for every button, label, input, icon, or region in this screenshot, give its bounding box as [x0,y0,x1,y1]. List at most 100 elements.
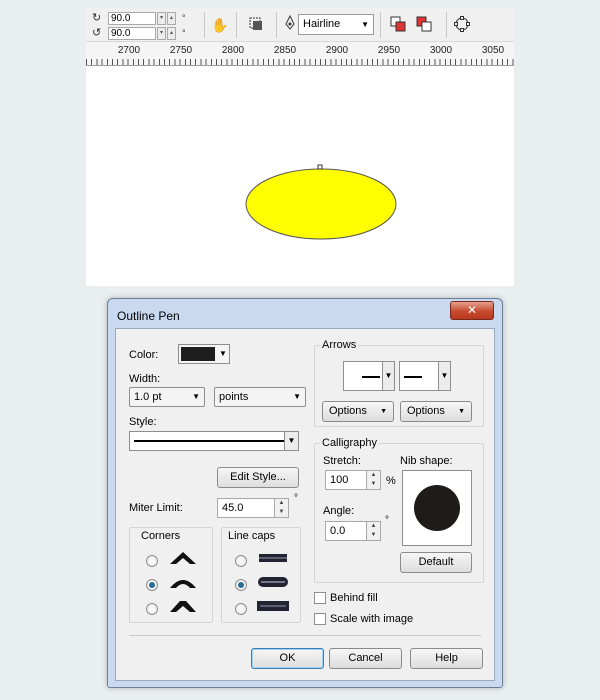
percent-label: % [386,475,396,487]
options-label: Options [407,405,445,417]
angle-input[interactable]: 0.0 [325,521,367,541]
nib-shape-preview[interactable] [402,470,472,546]
rotation-row-1: ↻ 90.0 ▾ ▴ ° [92,11,186,25]
round-nib-icon [414,485,460,531]
chevron-down-icon: ▼ [192,392,200,401]
line-style-select[interactable]: ▼ [129,431,299,451]
calligraphy-label: Calligraphy [320,437,380,449]
degree-label: ° [294,493,298,504]
chevron-down-icon: ▼ [380,408,387,415]
rotation-dropdown[interactable]: ▾ [157,11,166,25]
width-select[interactable]: 1.0 pt ▼ [129,387,205,407]
ruler-label: 2850 [273,45,297,56]
corners-label: Corners [139,530,183,542]
butt-cap-icon [259,554,287,562]
help-button[interactable]: Help [410,648,483,669]
dialog-title: Outline Pen [117,309,180,323]
ruler-label: 3000 [429,45,453,56]
dialog-separator [129,635,481,636]
rotate-icon: ↻ [92,12,102,24]
dialog-body: Color: ▼ Width: 1.0 pt ▼ points ▼ Style:… [115,328,495,681]
convert-to-curves-icon[interactable] [452,15,472,35]
degree-label: ° [182,13,186,23]
toolbar-separator [276,12,277,38]
arrows-label: Arrows [320,339,359,351]
corner-miter-radio[interactable] [146,555,158,567]
outline-width-select[interactable]: Hairline ▼ [298,14,374,35]
corner-round-radio[interactable] [146,579,158,591]
ruler-label: 2900 [325,45,349,56]
chevron-down-icon: ▼ [382,362,394,390]
ruler-label: 2700 [117,45,141,56]
cancel-button[interactable]: Cancel [329,648,402,669]
rotation-angle-input[interactable]: 90.0 [108,11,156,25]
close-button[interactable]: ✕ [450,301,494,320]
hand-icon[interactable]: ✋ [210,15,230,35]
cap-butt-radio[interactable] [235,555,247,567]
selection-node[interactable] [317,164,323,170]
miter-limit-input[interactable]: 45.0 [217,498,275,518]
scale-with-image-label: Scale with image [330,613,414,625]
round-corner-icon [170,580,196,588]
no-arrow-preview [404,376,422,378]
stretch-spinner[interactable]: ▲ ▼ [366,470,381,490]
end-arrow-options-button[interactable]: Options ▼ [400,401,472,422]
miter-limit-spinner[interactable]: ▲ ▼ [274,498,289,518]
outline-pen-dialog: Outline Pen ✕ Color: ▼ Width: 1.0 pt ▼ p… [107,298,503,688]
ruler-label: 2950 [377,45,401,56]
ruler-label: 2750 [169,45,193,56]
corner-bevel-radio[interactable] [146,603,158,615]
rotation-spinner[interactable]: ▴ [167,11,176,25]
color-picker[interactable]: ▼ [178,344,230,364]
drawing-canvas[interactable] [86,66,514,286]
toolbar-separator [380,12,381,38]
cap-square-radio[interactable] [235,603,247,615]
width-value: 1.0 pt [134,391,162,403]
to-front-icon[interactable] [388,15,408,35]
start-arrow-select[interactable]: ▼ [343,361,395,391]
edit-style-button[interactable]: Edit Style... [217,467,299,488]
chevron-down-icon: ▼ [458,408,465,415]
stretch-input[interactable]: 100 [325,470,367,490]
canvas-svg [245,164,397,240]
ruler-label: 3050 [481,45,505,56]
bevel-corner-icon [170,601,196,612]
close-icon: ✕ [466,303,478,317]
yellow-ellipse[interactable] [245,168,397,240]
outline-width-value: Hairline [303,18,341,30]
scale-with-image-checkbox[interactable] [314,613,326,625]
start-arrow-options-button[interactable]: Options ▼ [322,401,394,422]
miter-corner-icon [170,552,196,564]
toolbar-separator [236,12,237,38]
default-nib-button[interactable]: Default [400,552,472,573]
outline-pen-icon[interactable] [280,14,300,35]
to-back-icon[interactable] [414,15,434,35]
horizontal-ruler: 2700 2750 2800 2850 2900 2950 3000 3050 [86,42,514,66]
property-bar: ↻ 90.0 ▾ ▴ ° ↺ 90.0 ▾ ▴ ° ✋ Hairline ▼ [86,8,514,42]
rotation-angle-input-2[interactable]: 90.0 [108,26,156,40]
rotation-dropdown-2[interactable]: ▾ [157,26,166,40]
solid-line-preview [134,440,286,442]
wrap-text-icon[interactable] [246,15,266,35]
options-label: Options [329,405,367,417]
ok-button[interactable]: OK [251,648,324,669]
degree-label: ° [385,515,389,526]
toolbar-separator [204,12,205,38]
angle-spinner[interactable]: ▲ ▼ [366,521,381,541]
behind-fill-checkbox[interactable] [314,592,326,604]
cap-round-radio[interactable] [235,579,247,591]
stretch-label: Stretch: [323,455,361,467]
chevron-down-icon: ▼ [284,432,298,450]
angle-label: Angle: [323,505,355,517]
round-cap-icon [258,577,288,587]
chevron-down-icon: ▼ [438,362,450,390]
units-select[interactable]: points ▼ [214,387,306,407]
chevron-down-icon: ▼ [219,349,227,358]
end-arrow-select[interactable]: ▼ [399,361,451,391]
color-swatch [181,347,215,361]
rotate-icon: ↺ [92,27,102,39]
nib-shape-label: Nib shape: [400,455,453,467]
degree-label-2: ° [182,28,186,38]
rotation-spinner-2[interactable]: ▴ [167,26,176,40]
miter-limit-label: Miter Limit: [129,502,183,514]
